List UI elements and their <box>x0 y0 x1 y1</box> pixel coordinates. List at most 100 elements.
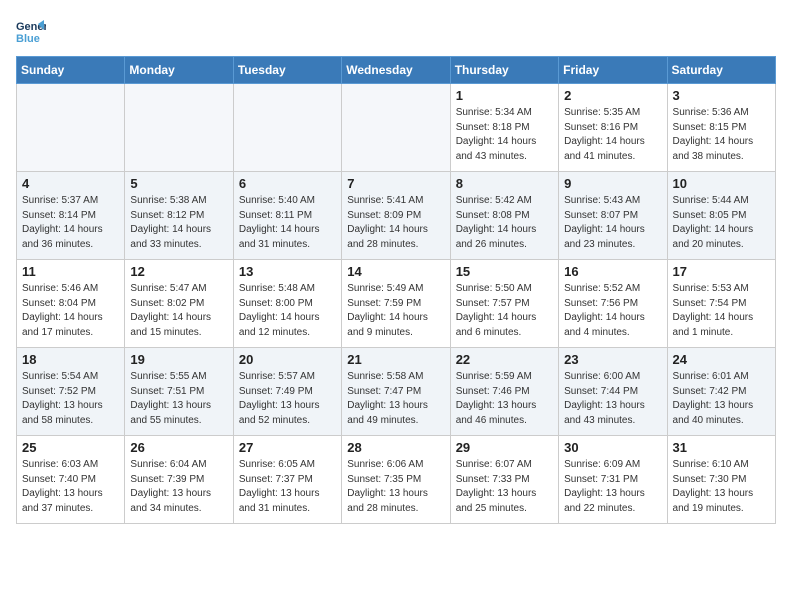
day-number: 20 <box>239 352 336 367</box>
day-number: 17 <box>673 264 770 279</box>
calendar-day-cell: 12Sunrise: 5:47 AM Sunset: 8:02 PM Dayli… <box>125 260 233 348</box>
day-number: 16 <box>564 264 661 279</box>
day-of-week-header: Saturday <box>667 57 775 84</box>
day-info: Sunrise: 5:42 AM Sunset: 8:08 PM Dayligh… <box>456 194 553 252</box>
calendar-day-cell: 30 Sunrise: 6:09 AM Sunset: 7:31 PM Dayli… <box>559 436 667 524</box>
calendar-day-cell: 2 Sunrise: 5:35 AM Sunset: 8:16 PM Daylig… <box>559 84 667 172</box>
calendar-day-cell: 14Sunrise: 5:49 AM Sunset: 7:59 PM Dayli… <box>342 260 450 348</box>
day-info: Sunrise: 5:47 AM Sunset: 8:02 PM Dayligh… <box>130 282 227 340</box>
day-number: 7 <box>347 176 444 191</box>
calendar-day-cell <box>125 84 233 172</box>
logo-icon: General Blue <box>16 16 46 46</box>
calendar-day-cell: 22 Sunrise: 5:59 AM Sunset: 7:46 PM Dayli… <box>450 348 558 436</box>
calendar-day-cell: 8Sunrise: 5:42 AM Sunset: 8:08 PM Daylig… <box>450 172 558 260</box>
calendar-day-cell: 9 Sunrise: 5:43 AM Sunset: 8:07 PM Daylig… <box>559 172 667 260</box>
calendar-day-cell: 11 Sunrise: 5:46 AM Sunset: 8:04 PM Dayli… <box>17 260 125 348</box>
calendar-week-row: 1Sunrise: 5:34 AM Sunset: 8:18 PM Daylig… <box>17 84 776 172</box>
day-number: 14 <box>347 264 444 279</box>
day-info: Sunrise: 5:54 AM Sunset: 7:52 PM Dayligh… <box>22 370 119 428</box>
calendar-day-cell: 13 Sunrise: 5:48 AM Sunset: 8:00 PM Dayli… <box>233 260 341 348</box>
day-info: Sunrise: 6:01 AM Sunset: 7:42 PM Dayligh… <box>673 370 770 428</box>
calendar-day-cell: 5Sunrise: 5:38 AM Sunset: 8:12 PM Daylig… <box>125 172 233 260</box>
day-info: Sunrise: 5:55 AM Sunset: 7:51 PM Dayligh… <box>130 370 227 428</box>
day-number: 29 <box>456 440 553 455</box>
day-info: Sunrise: 6:10 AM Sunset: 7:30 PM Dayligh… <box>673 458 770 516</box>
day-info: Sunrise: 6:03 AM Sunset: 7:40 PM Dayligh… <box>22 458 119 516</box>
calendar-day-cell: 17 Sunrise: 5:53 AM Sunset: 7:54 PM Dayli… <box>667 260 775 348</box>
day-info: Sunrise: 5:44 AM Sunset: 8:05 PM Dayligh… <box>673 194 770 252</box>
calendar-day-cell: 23 Sunrise: 6:00 AM Sunset: 7:44 PM Dayli… <box>559 348 667 436</box>
day-number: 15 <box>456 264 553 279</box>
calendar-week-row: 11 Sunrise: 5:46 AM Sunset: 8:04 PM Dayli… <box>17 260 776 348</box>
day-number: 10 <box>673 176 770 191</box>
day-info: Sunrise: 6:06 AM Sunset: 7:35 PM Dayligh… <box>347 458 444 516</box>
page-header: General Blue <box>16 16 776 46</box>
day-info: Sunrise: 5:40 AM Sunset: 8:11 PM Dayligh… <box>239 194 336 252</box>
day-info: Sunrise: 5:50 AM Sunset: 7:57 PM Dayligh… <box>456 282 553 340</box>
day-info: Sunrise: 5:48 AM Sunset: 8:00 PM Dayligh… <box>239 282 336 340</box>
day-number: 11 <box>22 264 119 279</box>
day-info: Sunrise: 6:00 AM Sunset: 7:44 PM Dayligh… <box>564 370 661 428</box>
calendar-day-cell <box>17 84 125 172</box>
day-number: 27 <box>239 440 336 455</box>
day-info: Sunrise: 5:36 AM Sunset: 8:15 PM Dayligh… <box>673 106 770 164</box>
calendar-day-cell: 16 Sunrise: 5:52 AM Sunset: 7:56 PM Dayli… <box>559 260 667 348</box>
day-number: 26 <box>130 440 227 455</box>
calendar-week-row: 25 Sunrise: 6:03 AM Sunset: 7:40 PM Dayli… <box>17 436 776 524</box>
calendar-day-cell: 4 Sunrise: 5:37 AM Sunset: 8:14 PM Daylig… <box>17 172 125 260</box>
day-info: Sunrise: 6:05 AM Sunset: 7:37 PM Dayligh… <box>239 458 336 516</box>
day-number: 30 <box>564 440 661 455</box>
day-number: 24 <box>673 352 770 367</box>
day-info: Sunrise: 6:09 AM Sunset: 7:31 PM Dayligh… <box>564 458 661 516</box>
calendar-day-cell: 15 Sunrise: 5:50 AM Sunset: 7:57 PM Dayli… <box>450 260 558 348</box>
day-info: Sunrise: 5:35 AM Sunset: 8:16 PM Dayligh… <box>564 106 661 164</box>
calendar-table: SundayMondayTuesdayWednesdayThursdayFrid… <box>16 56 776 524</box>
day-info: Sunrise: 5:37 AM Sunset: 8:14 PM Dayligh… <box>22 194 119 252</box>
calendar-day-cell: 28 Sunrise: 6:06 AM Sunset: 7:35 PM Dayli… <box>342 436 450 524</box>
logo: General Blue <box>16 16 46 46</box>
day-number: 4 <box>22 176 119 191</box>
day-info: Sunrise: 5:52 AM Sunset: 7:56 PM Dayligh… <box>564 282 661 340</box>
day-info: Sunrise: 6:04 AM Sunset: 7:39 PM Dayligh… <box>130 458 227 516</box>
calendar-day-cell: 10 Sunrise: 5:44 AM Sunset: 8:05 PM Dayli… <box>667 172 775 260</box>
calendar-week-row: 4 Sunrise: 5:37 AM Sunset: 8:14 PM Daylig… <box>17 172 776 260</box>
day-of-week-header: Thursday <box>450 57 558 84</box>
day-number: 31 <box>673 440 770 455</box>
day-of-week-header: Monday <box>125 57 233 84</box>
day-of-week-header: Tuesday <box>233 57 341 84</box>
day-number: 13 <box>239 264 336 279</box>
day-number: 25 <box>22 440 119 455</box>
calendar-day-cell: 20 Sunrise: 5:57 AM Sunset: 7:49 PM Dayli… <box>233 348 341 436</box>
day-of-week-header: Sunday <box>17 57 125 84</box>
day-info: Sunrise: 5:57 AM Sunset: 7:49 PM Dayligh… <box>239 370 336 428</box>
calendar-day-cell: 3Sunrise: 5:36 AM Sunset: 8:15 PM Daylig… <box>667 84 775 172</box>
calendar-day-cell: 21Sunrise: 5:58 AM Sunset: 7:47 PM Dayli… <box>342 348 450 436</box>
calendar-week-row: 18Sunrise: 5:54 AM Sunset: 7:52 PM Dayli… <box>17 348 776 436</box>
day-info: Sunrise: 5:59 AM Sunset: 7:46 PM Dayligh… <box>456 370 553 428</box>
calendar-day-cell: 19Sunrise: 5:55 AM Sunset: 7:51 PM Dayli… <box>125 348 233 436</box>
day-of-week-header: Wednesday <box>342 57 450 84</box>
day-number: 6 <box>239 176 336 191</box>
day-number: 9 <box>564 176 661 191</box>
calendar-day-cell <box>342 84 450 172</box>
day-info: Sunrise: 5:58 AM Sunset: 7:47 PM Dayligh… <box>347 370 444 428</box>
day-number: 5 <box>130 176 227 191</box>
calendar-day-cell: 24 Sunrise: 6:01 AM Sunset: 7:42 PM Dayli… <box>667 348 775 436</box>
svg-text:Blue: Blue <box>16 33 40 45</box>
day-info: Sunrise: 5:34 AM Sunset: 8:18 PM Dayligh… <box>456 106 553 164</box>
calendar-day-cell: 18Sunrise: 5:54 AM Sunset: 7:52 PM Dayli… <box>17 348 125 436</box>
calendar-day-cell <box>233 84 341 172</box>
day-info: Sunrise: 6:07 AM Sunset: 7:33 PM Dayligh… <box>456 458 553 516</box>
day-number: 2 <box>564 88 661 103</box>
day-number: 28 <box>347 440 444 455</box>
calendar-day-cell: 31 Sunrise: 6:10 AM Sunset: 7:30 PM Dayli… <box>667 436 775 524</box>
calendar-day-cell: 27 Sunrise: 6:05 AM Sunset: 7:37 PM Dayli… <box>233 436 341 524</box>
day-info: Sunrise: 5:53 AM Sunset: 7:54 PM Dayligh… <box>673 282 770 340</box>
calendar-day-cell: 25 Sunrise: 6:03 AM Sunset: 7:40 PM Dayli… <box>17 436 125 524</box>
day-number: 23 <box>564 352 661 367</box>
day-number: 22 <box>456 352 553 367</box>
day-info: Sunrise: 5:46 AM Sunset: 8:04 PM Dayligh… <box>22 282 119 340</box>
day-info: Sunrise: 5:43 AM Sunset: 8:07 PM Dayligh… <box>564 194 661 252</box>
calendar-day-cell: 6 Sunrise: 5:40 AM Sunset: 8:11 PM Daylig… <box>233 172 341 260</box>
day-of-week-header: Friday <box>559 57 667 84</box>
